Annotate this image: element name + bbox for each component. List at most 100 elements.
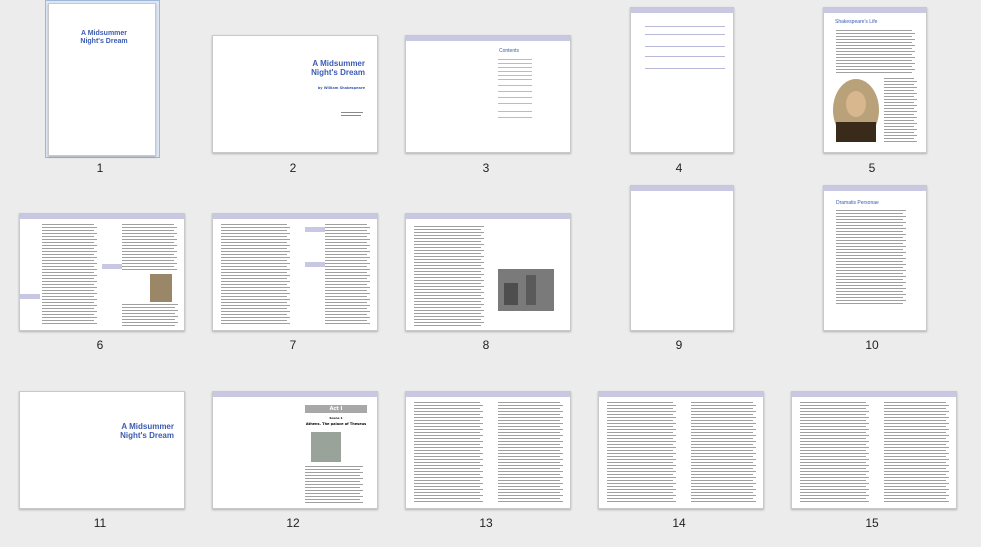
text-line	[800, 462, 866, 463]
text-line	[836, 279, 903, 280]
page-number-label: 1	[96, 161, 104, 175]
running-header	[406, 36, 570, 41]
text-line	[884, 483, 949, 484]
margin-label	[20, 294, 40, 299]
text-line	[691, 417, 756, 418]
text-line	[414, 483, 483, 484]
text-line	[800, 480, 866, 481]
page-thumbnail-4[interactable]	[630, 7, 734, 153]
page-thumbnail-6[interactable]	[19, 213, 185, 331]
text-line	[884, 117, 917, 118]
toc-line	[498, 85, 532, 86]
text-line	[325, 239, 370, 240]
text-line	[800, 408, 866, 409]
text-line	[836, 63, 915, 64]
text-line	[122, 316, 178, 317]
text-line	[42, 305, 97, 306]
text-line	[691, 474, 753, 475]
text-line	[836, 39, 915, 40]
text-line	[122, 307, 175, 308]
text-line	[498, 414, 560, 415]
text-line	[122, 269, 177, 270]
page-thumbnail-10[interactable]: Dramatis Personae	[823, 185, 927, 331]
page-thumbnail-3[interactable]: Contents	[405, 35, 571, 153]
text-line	[414, 244, 484, 245]
text-line	[42, 287, 97, 288]
text-line	[884, 474, 946, 475]
text-line	[884, 456, 946, 457]
text-line	[691, 477, 756, 478]
text-line	[884, 495, 949, 496]
page-thumbnail-2[interactable]: A Midsummer Night's Dream by William Sha…	[212, 35, 378, 153]
page-thumbnail-9[interactable]	[630, 185, 734, 331]
section-heading: Shakespeare's Life	[835, 19, 878, 25]
page-thumbnail-13[interactable]	[405, 391, 571, 509]
page-preview: A Midsummer Night's Dream	[19, 391, 185, 509]
page-preview: Act I Scene 1 Athens. The palace of Thes…	[212, 391, 378, 509]
text-line	[325, 323, 370, 324]
text-line	[691, 453, 756, 454]
text-line	[498, 426, 560, 427]
page-thumbnail-14[interactable]	[598, 391, 764, 509]
page-thumbnail-1[interactable]: A Midsummer Night's Dream	[48, 3, 156, 156]
text-line	[884, 438, 946, 439]
text-line	[691, 495, 756, 496]
text-line	[498, 489, 563, 490]
text-line	[305, 466, 363, 467]
text-line	[42, 242, 94, 243]
text-line	[498, 408, 560, 409]
text-line	[498, 462, 560, 463]
running-header	[792, 392, 956, 397]
text-line	[414, 432, 480, 433]
text-line	[800, 447, 869, 448]
text-line	[800, 414, 866, 415]
text-line	[221, 239, 290, 240]
page-preview: A Midsummer Night's Dream by William Sha…	[212, 35, 378, 153]
text-line	[498, 423, 563, 424]
page-number-label: 9	[675, 338, 683, 352]
text-line	[122, 230, 174, 231]
text-line	[414, 259, 481, 260]
text-line	[325, 293, 370, 294]
text-line	[836, 270, 906, 271]
text-line	[414, 498, 480, 499]
text-line	[325, 272, 367, 273]
text-line	[498, 486, 560, 487]
text-line	[414, 232, 484, 233]
page-thumbnail-5[interactable]: Shakespeare's Life	[823, 7, 927, 153]
page-number-label: 7	[289, 338, 297, 352]
text-line	[607, 402, 673, 403]
illustration	[150, 274, 172, 302]
text-line	[884, 414, 946, 415]
page-number-label: 13	[479, 516, 493, 530]
page-preview	[598, 391, 764, 509]
toc-line	[498, 67, 532, 68]
text-line	[122, 257, 177, 258]
text-line	[800, 405, 869, 406]
text-line	[607, 408, 673, 409]
page-thumbnail-15[interactable]	[791, 391, 957, 509]
text-line	[325, 296, 367, 297]
page-thumbnail-8[interactable]	[405, 213, 571, 331]
page-thumbnail-12[interactable]: Act I Scene 1 Athens. The palace of Thes…	[212, 391, 378, 509]
text-line	[325, 254, 367, 255]
text-line	[884, 102, 914, 103]
text-line	[800, 465, 869, 466]
page-thumbnail-11[interactable]: A Midsummer Night's Dream	[19, 391, 185, 509]
text-line	[836, 42, 912, 43]
page-number-label: 10	[865, 338, 879, 352]
text-line	[691, 420, 753, 421]
scene-heading: Scene 1	[329, 416, 343, 420]
text-line	[221, 269, 290, 270]
text-line	[800, 468, 866, 469]
scene-place: Athens. The palace of Theseus	[305, 422, 367, 426]
text-line	[607, 474, 673, 475]
text-line	[325, 308, 367, 309]
page-preview	[630, 185, 734, 331]
page-thumbnail-7[interactable]	[212, 213, 378, 331]
text-line	[42, 311, 97, 312]
text-line	[414, 480, 480, 481]
text-line	[691, 459, 756, 460]
text-line	[498, 498, 560, 499]
text-line	[221, 245, 290, 246]
